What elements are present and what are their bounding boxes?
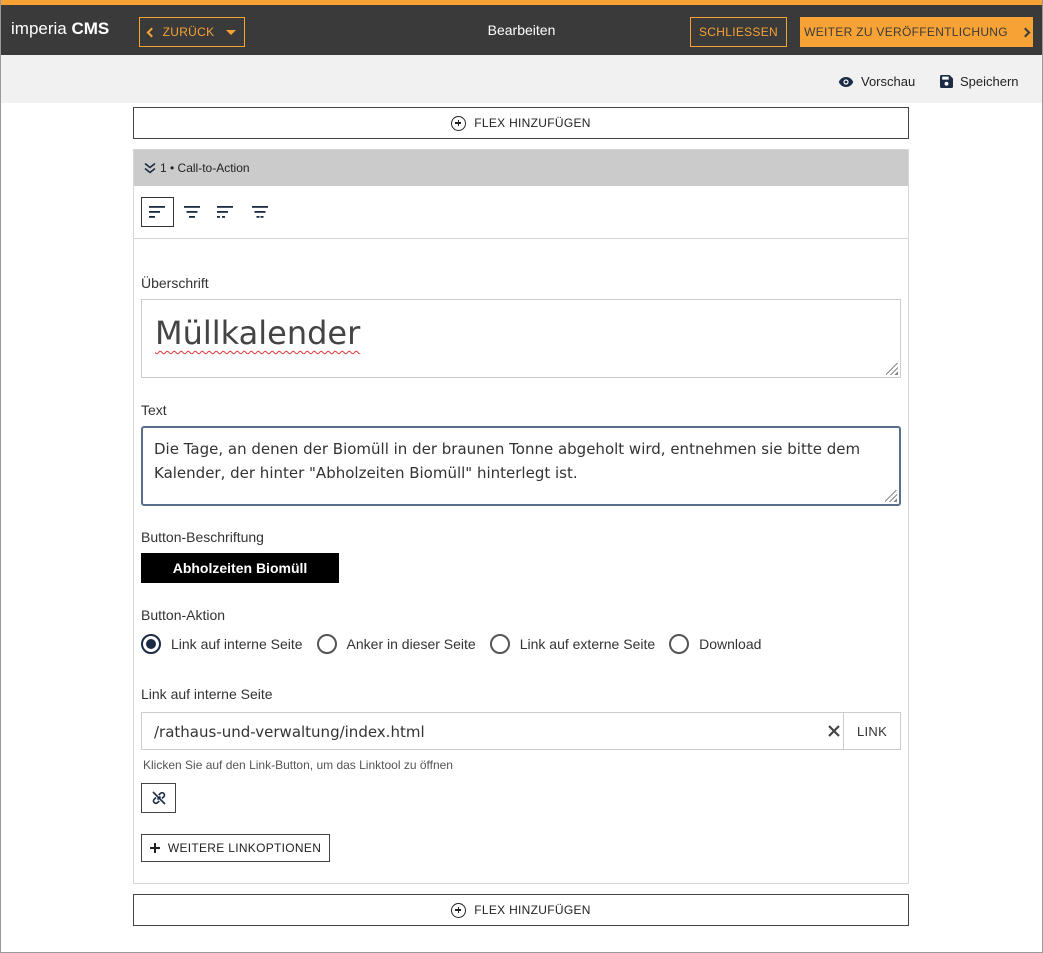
flex-add-button-top[interactable]: FLEX HINZUFÜGEN	[133, 107, 909, 139]
close-button[interactable]: SCHLIESSEN	[690, 17, 787, 47]
clear-icon[interactable]	[826, 723, 842, 739]
radio-unchecked-icon	[316, 634, 337, 654]
button-caption-value: Abholzeiten Biomüll	[172, 560, 308, 576]
radio-anchor[interactable]: Anker in dieser Seite	[316, 634, 476, 654]
resize-handle[interactable]	[885, 490, 897, 502]
unlink-icon	[151, 791, 166, 805]
flex-add-label: FLEX HINZUFÜGEN	[474, 903, 591, 917]
floppy-disk-icon	[940, 75, 953, 88]
align-center-split-icon	[251, 206, 268, 218]
alignment-toolbar	[134, 186, 908, 239]
text-value: Die Tage, an denen der Biomüll in der br…	[154, 440, 861, 482]
button-caption-preview[interactable]: Abholzeiten Biomüll	[141, 553, 339, 583]
radio-unchecked-icon	[669, 634, 690, 654]
publish-button-label: WEITER ZU VERÖFFENTLICHUNG	[804, 25, 1008, 39]
save-button[interactable]: Speichern	[940, 74, 1019, 89]
align-center-split-button[interactable]	[243, 197, 276, 227]
link-tool-label: LINK	[856, 723, 888, 739]
internal-link-label: Link auf interne Seite	[141, 686, 273, 702]
heading-textarea[interactable]: Müllkalender	[141, 299, 901, 378]
publish-button[interactable]: WEITER ZU VERÖFFENTLICHUNG	[800, 17, 1033, 47]
preview-label: Vorschau	[861, 74, 916, 89]
text-label: Text	[141, 402, 167, 418]
align-center-button[interactable]	[175, 197, 208, 227]
heading-value: Müllkalender	[155, 314, 361, 352]
eye-icon	[838, 76, 854, 87]
sub-toolbar: Vorschau Speichern	[1, 55, 1042, 103]
align-left-icon	[148, 206, 165, 218]
button-caption-label: Button-Beschriftung	[141, 529, 264, 545]
resize-handle[interactable]	[886, 363, 898, 375]
radio-download[interactable]: Download	[669, 634, 761, 654]
preview-button[interactable]: Vorschau	[838, 74, 915, 89]
flex-add-label: FLEX HINZUFÜGEN	[474, 116, 591, 130]
close-button-label: SCHLIESSEN	[698, 25, 779, 39]
align-center-icon	[183, 206, 200, 218]
top-bar: imperia CMS ZURÜCK Bearbeiten SCHLIESSEN…	[1, 0, 1042, 55]
save-label: Speichern	[960, 74, 1019, 89]
radio-external-link[interactable]: Link auf externe Seite	[489, 634, 656, 654]
internal-link-input[interactable]: /rathaus-und-verwaltung/index.html LINK	[141, 712, 901, 750]
cta-flex-panel: 1 • Call-to-Action Überschrift Müllkalen…	[133, 149, 909, 884]
heading-label: Überschrift	[141, 275, 209, 291]
button-action-label: Button-Aktion	[141, 607, 226, 623]
double-chevron-down-icon	[144, 162, 156, 174]
radio-internal-link[interactable]: Link auf interne Seite	[141, 634, 303, 654]
plus-icon	[149, 843, 160, 853]
align-left-split-button[interactable]	[209, 197, 242, 227]
more-link-options-label: WEITERE LINKOPTIONEN	[167, 841, 322, 855]
radio-label: Anker in dieser Seite	[346, 636, 476, 652]
chevron-right-icon	[1020, 27, 1031, 37]
more-link-options-button[interactable]: WEITERE LINKOPTIONEN	[141, 834, 330, 862]
radio-label: Link auf externe Seite	[519, 636, 656, 652]
text-textarea[interactable]: Die Tage, an denen der Biomüll in der br…	[141, 426, 901, 506]
panel-title: 1 • Call-to-Action	[160, 161, 250, 175]
panel-header[interactable]: 1 • Call-to-Action	[134, 150, 908, 186]
internal-link-value: /rathaus-und-verwaltung/index.html	[154, 723, 425, 741]
align-left-split-icon	[216, 206, 233, 218]
link-hint: Klicken Sie auf den Link-Button, um das …	[143, 758, 453, 772]
unlink-button[interactable]	[141, 783, 176, 813]
radio-label: Download	[699, 636, 762, 652]
radio-label: Link auf interne Seite	[171, 636, 303, 652]
circle-plus-icon	[451, 902, 467, 918]
radio-checked-icon	[141, 634, 161, 654]
link-tool-button[interactable]: LINK	[843, 713, 900, 749]
radio-unchecked-icon	[489, 634, 510, 654]
button-action-radio-group: Link auf interne Seite Anker in dieser S…	[141, 634, 775, 654]
circle-plus-icon	[451, 115, 467, 131]
flex-add-button-bottom[interactable]: FLEX HINZUFÜGEN	[133, 894, 909, 926]
align-left-button[interactable]	[141, 197, 174, 227]
